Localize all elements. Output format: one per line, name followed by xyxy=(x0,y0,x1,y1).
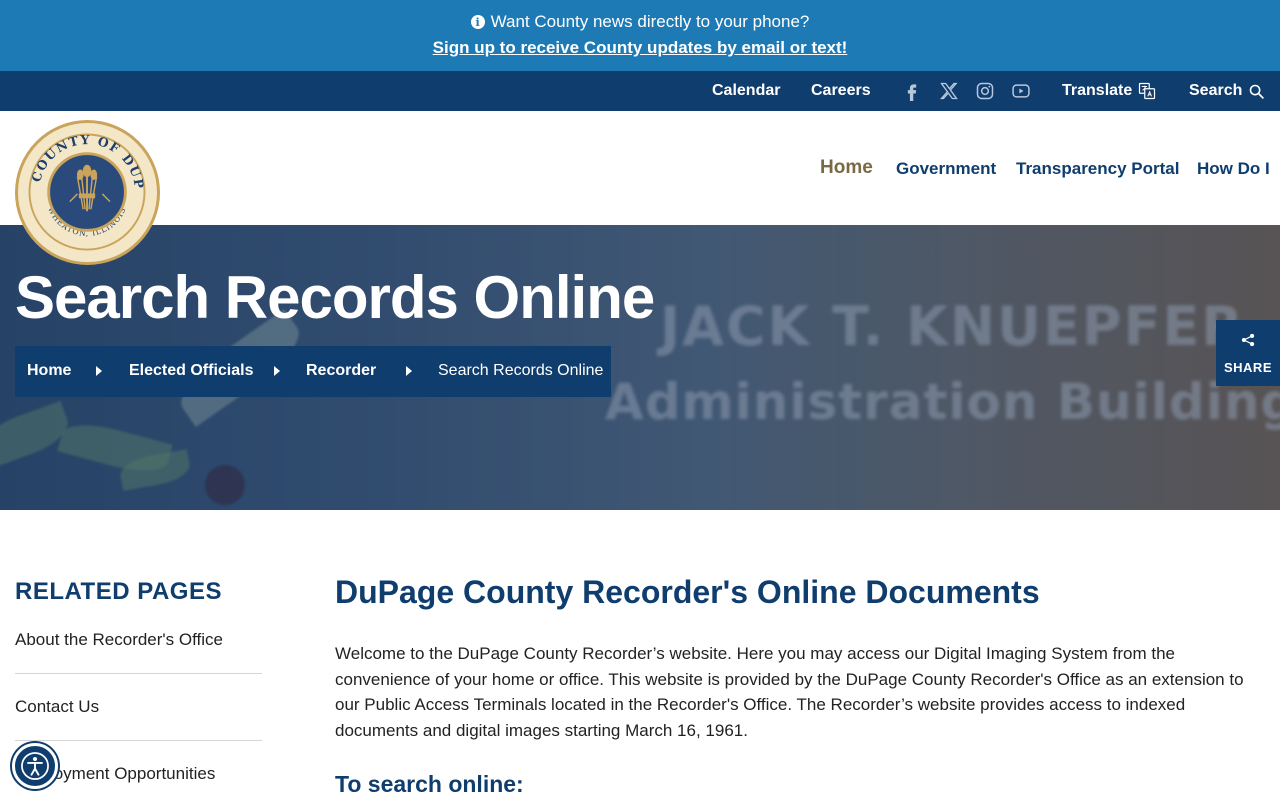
related-link-about[interactable]: About the Recorder's Office xyxy=(15,630,262,650)
accessibility-icon xyxy=(21,752,49,780)
share-icon xyxy=(1241,333,1255,347)
related-divider xyxy=(15,740,262,741)
breadcrumb: Home Elected Officials Recorder Search R… xyxy=(15,346,611,397)
main-heading: DuPage County Recorder's Online Document… xyxy=(335,574,1040,610)
search-icon xyxy=(1250,84,1265,99)
breadcrumb-separator-icon xyxy=(96,366,102,376)
x-twitter-icon[interactable] xyxy=(938,80,960,102)
nav-government[interactable]: Government xyxy=(896,159,996,179)
nav-home[interactable]: Home xyxy=(820,157,873,179)
breadcrumb-elected-officials[interactable]: Elected Officials xyxy=(129,362,254,380)
breadcrumb-separator-icon xyxy=(274,366,280,376)
breadcrumb-separator-icon xyxy=(406,366,412,376)
facebook-icon[interactable] xyxy=(901,80,923,102)
search-online-heading: To search online: xyxy=(335,771,524,797)
breadcrumb-recorder[interactable]: Recorder xyxy=(306,362,376,380)
alert-banner: i Want County news directly to your phon… xyxy=(0,0,1280,71)
hero-banner: JACK T. KNUEPFER Administration Building… xyxy=(0,225,1280,510)
nav-transparency-portal[interactable]: Transparency Portal xyxy=(1016,159,1179,179)
related-link-contact[interactable]: Contact Us xyxy=(15,697,262,717)
utility-bar: Calendar Careers Translate Search xyxy=(0,71,1280,111)
breadcrumb-home[interactable]: Home xyxy=(27,362,71,380)
accessibility-button[interactable] xyxy=(12,743,58,789)
alert-message: Want County news directly to your phone? xyxy=(490,12,810,31)
site-header: Home Government Transparency Portal How … xyxy=(0,111,1280,225)
search-label: Search xyxy=(1189,82,1243,99)
calendar-link[interactable]: Calendar xyxy=(712,82,780,100)
info-icon: i xyxy=(470,15,485,29)
share-label: SHARE xyxy=(1223,360,1272,375)
page-title: Search Records Online xyxy=(15,264,655,331)
instagram-icon[interactable] xyxy=(974,80,996,102)
translate-icon xyxy=(1139,82,1156,100)
translate-label: Translate xyxy=(1062,82,1133,99)
share-button[interactable]: SHARE xyxy=(1216,320,1280,386)
alert-message-row: i Want County news directly to your phon… xyxy=(0,12,1280,32)
county-seal-logo[interactable]: THE COUNTY OF DUPAGE WHEATON, ILLINOIS xyxy=(11,111,160,265)
related-divider xyxy=(15,673,262,674)
search-button[interactable]: Search xyxy=(1189,82,1265,100)
nav-how-do-i[interactable]: How Do I xyxy=(1197,159,1270,179)
intro-paragraph: Welcome to the DuPage County Recorder’s … xyxy=(335,644,1244,740)
youtube-icon[interactable] xyxy=(1010,80,1032,102)
signup-updates-link[interactable]: Sign up to receive County updates by ema… xyxy=(0,38,1280,58)
translate-button[interactable]: Translate xyxy=(1062,82,1156,100)
breadcrumb-current: Search Records Online xyxy=(438,362,604,379)
related-pages-heading: RELATED PAGES xyxy=(15,578,222,605)
careers-link[interactable]: Careers xyxy=(811,82,871,100)
